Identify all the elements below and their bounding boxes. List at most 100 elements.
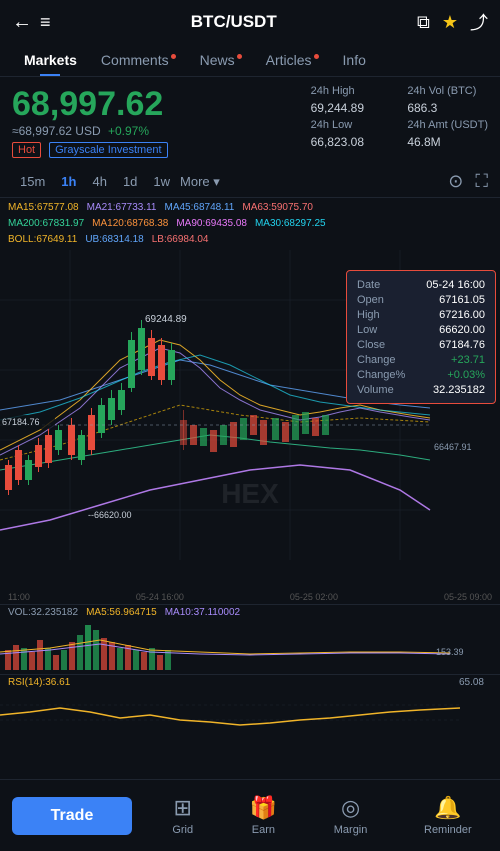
price-right: 24h High 24h Vol (BTC) 69,244.89 686.3 2… [311,85,488,158]
ub: UB:68314.18 [85,232,143,248]
tooltip-change-label: Change [357,354,396,366]
tooltip-change-value: +23.71 [451,354,485,366]
hot-tag: Hot [12,142,41,158]
tooltip-open-label: Open [357,294,384,306]
menu-icon[interactable]: ≡ [40,12,51,33]
tooltip-changepct-label: Change% [357,369,405,381]
tooltip-date-label: Date [357,279,380,291]
header-actions: ⧉ ★ ⤴ [417,9,488,35]
vol-btc-label: 24h Vol (BTC) [407,85,488,97]
tooltip-open-value: 67161.05 [439,294,485,306]
bottom-tab-earn[interactable]: 🎁 Earn [250,795,277,836]
time-label-1: 11:00 [8,592,30,602]
candlestick-tooltip: Date 05-24 16:00 Open 67161.05 High 6721… [346,270,496,404]
tooltip-close-value: 67184.76 [439,339,485,351]
vol-ma5: MA5:56.964715 [86,607,157,618]
bottom-nav: Trade ⊞ Grid 🎁 Earn ◎ Margin 🔔 Reminder [0,779,500,851]
rsi-area: RSI(14):36.61 65.08 [0,674,500,734]
tooltip-date-value: 05-24 16:00 [426,279,485,291]
page-title: BTC/USDT [59,12,409,32]
tf-more[interactable]: More ▾ [180,174,220,190]
boll: BOLL:67649.11 [8,232,77,248]
grid-label: Grid [172,824,193,836]
ma63: MA63:59075.70 [242,200,313,216]
earn-label: Earn [252,824,275,836]
tooltip-high-value: 67216.00 [439,309,485,321]
volume-indicators: VOL:32.235182 MA5:56.964715 MA10:37.1100… [0,605,500,620]
svg-text:67184.76: 67184.76 [2,417,40,427]
svg-text:69244.89: 69244.89 [145,314,187,325]
vol-btc-value: 686.3 [407,101,488,115]
high-label: 24h High [311,85,392,97]
rsi-chart [0,690,500,732]
chart-area[interactable]: 69244.89 67330.62 66467.91 67184.76 --66… [0,250,500,590]
tab-markets[interactable]: Markets [12,44,89,76]
grayscale-tag[interactable]: Grayscale Investment [49,142,167,158]
tab-info[interactable]: Info [331,44,378,76]
time-label-3: 05-25 02:00 [290,592,338,602]
tf-1w[interactable]: 1w [145,170,178,193]
amt-usdt-value: 46.8M [407,135,488,149]
bottom-tabs: ⊞ Grid 🎁 Earn ◎ Margin 🔔 Reminder [144,795,500,836]
amt-usdt-label: 24h Amt (USDT) [407,119,488,131]
tooltip-low-label: Low [357,324,377,336]
tooltip-close-label: Close [357,339,385,351]
fullscreen-icon[interactable]: ⛶ [475,171,488,192]
copy-icon[interactable]: ⧉ [417,12,430,33]
ma21: MA21:67733.11 [87,200,157,216]
price-tags: Hot Grayscale Investment [12,142,311,158]
tab-articles[interactable]: Articles [254,44,331,76]
price-left: 68,997.62 ≈68,997.62 USD +0.97% Hot Gray… [12,85,311,158]
tab-news[interactable]: News [188,44,254,76]
tooltip-volume-value: 32.235182 [433,384,485,396]
time-label-4: 05-25 09:00 [444,592,492,602]
back-button[interactable]: ← [12,11,32,34]
favorite-icon[interactable]: ★ [442,12,458,33]
ma30: MA30:68297.25 [255,216,326,232]
bottom-tab-grid[interactable]: ⊞ Grid [172,795,193,836]
svg-text:66467.91: 66467.91 [434,442,472,452]
ma-indicators: MA15:67577.08 MA21:67733.11 MA45:68748.1… [0,198,500,250]
tooltip-low-value: 66620.00 [439,324,485,336]
chart-icons: ⊙ ⛶ [448,171,488,192]
price-section: 68,997.62 ≈68,997.62 USD +0.97% Hot Gray… [0,77,500,166]
ma15: MA15:67577.08 [8,200,79,216]
trade-button[interactable]: Trade [12,797,132,835]
reminder-label: Reminder [424,824,472,836]
chart-controls: 15m 1h 4h 1d 1w More ▾ ⊙ ⛶ [0,166,500,198]
svg-text:--66620.00: --66620.00 [88,510,132,520]
settings-icon[interactable]: ⊙ [448,171,463,192]
tab-comments[interactable]: Comments [89,44,188,76]
time-label-2: 05-24 16:00 [136,592,184,602]
nav-tabs: Markets Comments News Articles Info [0,44,500,77]
bottom-tab-margin[interactable]: ◎ Margin [334,795,368,836]
tf-1h[interactable]: 1h [53,170,84,193]
tf-1d[interactable]: 1d [115,170,145,193]
ma45: MA45:68748.11 [165,200,235,216]
rsi-label: RSI(14):36.61 65.08 [0,675,500,690]
tooltip-volume-label: Volume [357,384,394,396]
vol-label: VOL:32.235182 [8,607,78,618]
price-usd: ≈68,997.62 USD +0.97% [12,124,311,138]
margin-icon: ◎ [341,795,360,821]
tf-15m[interactable]: 15m [12,170,53,193]
reminder-icon: 🔔 [434,795,461,821]
price-main: 68,997.62 [12,85,311,124]
low-label: 24h Low [311,119,392,131]
volume-area: VOL:32.235182 MA5:56.964715 MA10:37.1100… [0,604,500,674]
share-icon[interactable]: ⤴ [470,9,488,35]
tf-4h[interactable]: 4h [84,170,114,193]
bottom-tab-reminder[interactable]: 🔔 Reminder [424,795,472,836]
low-value: 66,823.08 [311,135,392,149]
ma200: MA200:67831.97 [8,216,84,232]
vol-ma10: MA10:37.110002 [165,607,240,618]
svg-text:153.39: 153.39 [436,647,464,657]
grid-icon: ⊞ [173,795,191,821]
ma120: MA120:68768.38 [92,216,168,232]
tooltip-changepct-value: +0.03% [447,369,485,381]
high-value: 69,244.89 [311,101,392,115]
lb: LB:66984.04 [152,232,209,248]
ma90: MA90:69435.08 [176,216,247,232]
tooltip-high-label: High [357,309,380,321]
header: ← ≡ BTC/USDT ⧉ ★ ⤴ [0,0,500,44]
